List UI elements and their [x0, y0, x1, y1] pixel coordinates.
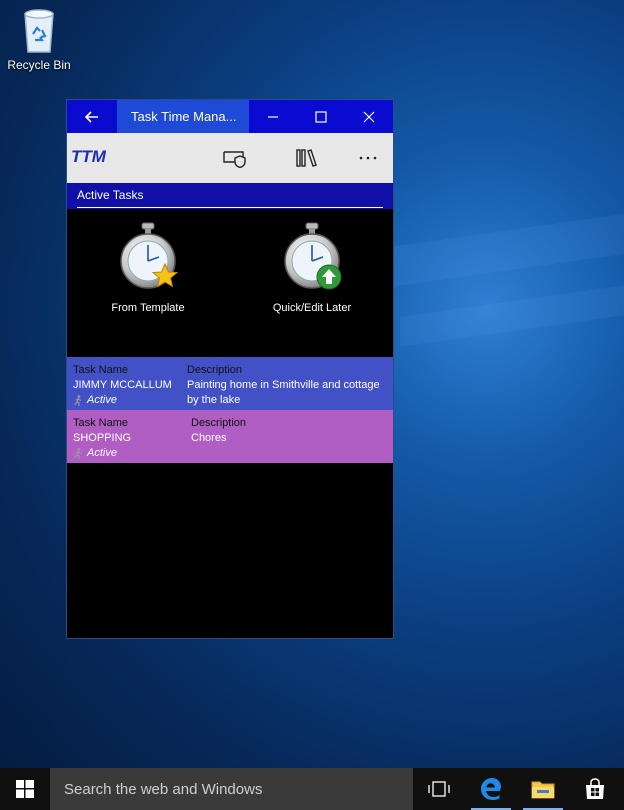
task-name-header: Task Name: [73, 364, 129, 376]
task-description: Painting home in Smithville and cottage …: [187, 379, 380, 406]
active-tasks-header: Active Tasks: [67, 183, 393, 209]
section-title: Active Tasks: [77, 188, 144, 202]
store-bag-icon: [586, 778, 604, 799]
task-row[interactable]: Task Name SHOPPING Active Description Ch…: [67, 410, 393, 463]
maximize-icon: [315, 110, 327, 123]
app-logo: TTM: [71, 147, 106, 166]
stopwatch-arrow-icon: [284, 222, 342, 290]
window-title: Task Time Mana...: [117, 100, 249, 133]
close-button[interactable]: [345, 100, 393, 133]
task-description-header: Description: [191, 417, 247, 429]
store-button[interactable]: [569, 768, 621, 810]
recycle-bin-icon: [20, 6, 58, 54]
task-description-header: Description: [187, 364, 243, 376]
task-status-label: Active: [87, 447, 117, 459]
quick-edit-later-button[interactable]: Quick/Edit Later: [252, 221, 372, 314]
action-label: From Template: [111, 302, 185, 314]
wallpaper-beam: [380, 211, 624, 289]
windows-logo-icon: [16, 780, 34, 798]
task-actions: From Template Quick/Edit Later: [67, 209, 393, 357]
taskbar: Search the web and Windows: [0, 768, 624, 810]
section-underline: [77, 207, 383, 208]
stopwatch-star-icon: [120, 222, 179, 289]
library-button[interactable]: [295, 147, 319, 169]
task-view-button[interactable]: [413, 768, 465, 810]
task-status-label: Active: [87, 394, 117, 406]
task-status: Active: [73, 446, 131, 461]
edge-icon: [481, 778, 501, 800]
ellipsis-icon: [359, 156, 377, 160]
close-icon: [363, 111, 375, 122]
maximize-button[interactable]: [297, 100, 345, 133]
shield-icon: [223, 151, 246, 168]
running-person-icon: [74, 395, 82, 406]
folder-icon: [531, 781, 555, 799]
file-explorer-button[interactable]: [517, 768, 569, 810]
back-button[interactable]: [67, 100, 117, 133]
title-bar: Task Time Mana...: [67, 100, 393, 133]
task-name: JIMMY MCCALLUM: [73, 379, 172, 391]
from-template-button[interactable]: From Template: [88, 221, 208, 314]
app-window: Task Time Mana... TTM Active Tasks From …: [66, 99, 394, 639]
taskbar-search-box[interactable]: Search the web and Windows: [50, 768, 413, 810]
action-label: Quick/Edit Later: [272, 302, 352, 314]
task-description: Chores: [191, 432, 227, 444]
more-options-button[interactable]: [356, 147, 380, 169]
library-icon: [296, 149, 317, 167]
start-button[interactable]: [0, 768, 50, 810]
task-row[interactable]: Task Name JIMMY MCCALLUM Active Descript…: [67, 357, 393, 410]
back-arrow-icon: [85, 110, 98, 123]
shield-button[interactable]: [223, 147, 247, 169]
command-bar: TTM: [67, 133, 393, 183]
edge-browser-button[interactable]: [465, 768, 517, 810]
wallpaper-beam: [400, 283, 624, 347]
task-status: Active: [73, 393, 172, 408]
minimize-button[interactable]: [249, 100, 297, 133]
task-view-icon: [428, 781, 450, 797]
recycle-bin-label: Recycle Bin: [7, 58, 71, 72]
minimize-icon: [268, 115, 278, 118]
running-person-icon: [74, 448, 82, 459]
task-name: SHOPPING: [73, 432, 132, 444]
task-name-header: Task Name: [73, 417, 129, 429]
recycle-bin-desktop-icon[interactable]: Recycle Bin: [4, 6, 74, 72]
